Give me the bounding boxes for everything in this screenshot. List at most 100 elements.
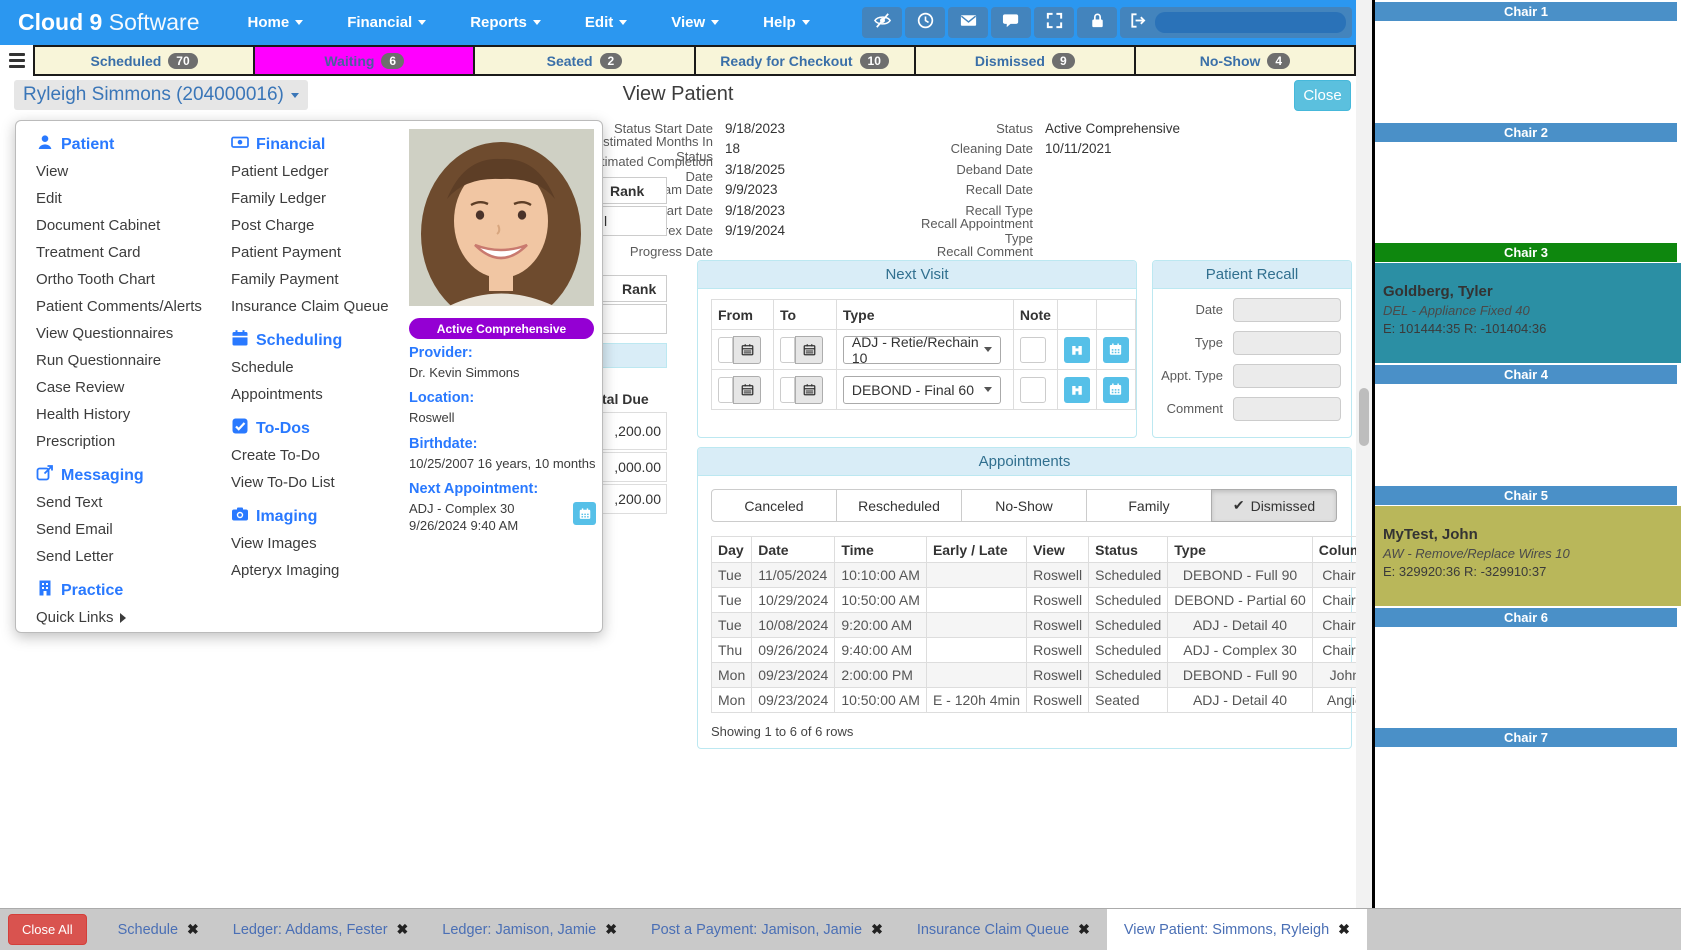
menu-section-patient[interactable]: Patient — [36, 131, 202, 158]
calendar-icon[interactable] — [733, 336, 761, 364]
menu-item-family-ledger[interactable]: Family Ledger — [231, 185, 389, 212]
tab-no-show[interactable]: No-Show4 — [1136, 47, 1354, 74]
menu-home[interactable]: Home — [248, 14, 304, 31]
window-tab-post-payment[interactable]: Post a Payment: Jamison, Jamie✖ — [634, 909, 900, 950]
hamburger-menu-icon[interactable] — [0, 45, 33, 76]
menu-item-health-history[interactable]: Health History — [36, 401, 202, 428]
menu-item-schedule[interactable]: Schedule — [231, 354, 389, 381]
menu-item-apteryx-imaging[interactable]: Apteryx Imaging — [231, 557, 389, 584]
menu-item-prescription[interactable]: Prescription — [36, 428, 202, 455]
window-tab-ledger-jamison[interactable]: Ledger: Jamison, Jamie✖ — [425, 909, 634, 950]
next-appointment-calendar-button[interactable] — [573, 502, 596, 525]
appointment-row[interactable]: Thu09/26/20249:40:00 AMRoswellScheduledA… — [712, 638, 1378, 663]
tab-scheduled[interactable]: Scheduled70 — [35, 47, 255, 74]
window-tab-ledger-addams[interactable]: Ledger: Addams, Fester✖ — [216, 909, 425, 950]
recall-type-input[interactable] — [1233, 331, 1341, 355]
appointment-row[interactable]: Tue10/29/202410:50:00 AMRoswellScheduled… — [712, 588, 1378, 613]
schedule-calendar-button[interactable] — [1103, 337, 1129, 363]
search-binoculars-button[interactable] — [1064, 337, 1090, 363]
menu-section-practice[interactable]: Practice — [36, 577, 202, 604]
menu-item-edit[interactable]: Edit — [36, 185, 202, 212]
menu-item-insurance-claim-queue[interactable]: Insurance Claim Queue — [231, 293, 389, 320]
menu-item-ortho-tooth-chart[interactable]: Ortho Tooth Chart — [36, 266, 202, 293]
chat-button[interactable] — [991, 7, 1031, 38]
schedule-calendar-button[interactable] — [1103, 377, 1129, 403]
hide-schedule-button[interactable] — [862, 7, 902, 38]
tab-waiting[interactable]: Waiting6 — [255, 47, 475, 74]
close-tab-icon[interactable]: ✖ — [397, 921, 409, 938]
calendar-icon[interactable] — [733, 376, 761, 404]
menu-section-scheduling[interactable]: Scheduling — [231, 327, 389, 354]
menu-item-patient-payment[interactable]: Patient Payment — [231, 239, 389, 266]
lock-button[interactable] — [1077, 7, 1117, 38]
menu-item-quick-links[interactable]: Quick Links — [36, 604, 202, 631]
sign-out-button[interactable] — [1120, 7, 1352, 38]
menu-item-view-questionnaires[interactable]: View Questionnaires — [36, 320, 202, 347]
calendar-icon[interactable] — [795, 376, 823, 404]
menu-item-appointments[interactable]: Appointments — [231, 381, 389, 408]
to-date-input[interactable] — [780, 337, 795, 363]
chair-3-patient-card[interactable]: Goldberg, Tyler DEL - Appliance Fixed 40… — [1375, 263, 1681, 363]
menu-item-send-text[interactable]: Send Text — [36, 489, 202, 516]
window-tab-insurance-claim-queue[interactable]: Insurance Claim Queue✖ — [900, 909, 1107, 950]
recall-comment-input[interactable] — [1233, 397, 1341, 421]
menu-view[interactable]: View — [671, 14, 719, 31]
menu-section-todos[interactable]: To-Dos — [231, 415, 389, 442]
scrollbar-thumb[interactable] — [1359, 388, 1369, 446]
menu-item-view-images[interactable]: View Images — [231, 530, 389, 557]
visit-type-select[interactable]: ADJ - Retie/Rechain 10 — [843, 336, 1001, 364]
menu-item-post-charge[interactable]: Post Charge — [231, 212, 389, 239]
appointment-row[interactable]: Tue11/05/202410:10:00 AMRoswellScheduled… — [712, 563, 1378, 588]
menu-item-run-questionnaire[interactable]: Run Questionnaire — [36, 347, 202, 374]
tab-ready-for-checkout[interactable]: Ready for Checkout10 — [696, 47, 916, 74]
menu-item-send-letter[interactable]: Send Letter — [36, 543, 202, 570]
time-clock-button[interactable] — [905, 7, 945, 38]
close-all-button[interactable]: Close All — [8, 914, 87, 945]
menu-item-create-to-do[interactable]: Create To-Do — [231, 442, 389, 469]
tab-dismissed[interactable]: Dismissed9 — [916, 47, 1136, 74]
window-tab-view-patient[interactable]: View Patient: Simmons, Ryleigh✖ — [1107, 909, 1367, 950]
recall-date-input[interactable] — [1233, 298, 1341, 322]
menu-item-patient-comments-alerts[interactable]: Patient Comments/Alerts — [36, 293, 202, 320]
menu-item-view-to-do-list[interactable]: View To-Do List — [231, 469, 389, 496]
menu-item-send-email[interactable]: Send Email — [36, 516, 202, 543]
window-tab-schedule[interactable]: Schedule✖ — [101, 909, 216, 950]
filter-canceled[interactable]: Canceled — [711, 489, 837, 522]
menu-section-imaging[interactable]: Imaging — [231, 503, 389, 530]
recall-appt-type-input[interactable] — [1233, 364, 1341, 388]
filter-family[interactable]: Family — [1086, 489, 1212, 522]
calendar-icon[interactable] — [795, 336, 823, 364]
from-date-input[interactable] — [718, 337, 733, 363]
menu-edit[interactable]: Edit — [585, 14, 627, 31]
menu-item-patient-ledger[interactable]: Patient Ledger — [231, 158, 389, 185]
menu-section-messaging[interactable]: Messaging — [36, 462, 202, 489]
close-tab-icon[interactable]: ✖ — [605, 921, 617, 938]
menu-item-view[interactable]: View — [36, 158, 202, 185]
filter-no-show[interactable]: No-Show — [961, 489, 1087, 522]
menu-item-treatment-card[interactable]: Treatment Card — [36, 239, 202, 266]
menu-item-family-payment[interactable]: Family Payment — [231, 266, 389, 293]
note-input[interactable] — [1020, 377, 1046, 403]
appointment-row[interactable]: Mon09/23/20242:00:00 PMRoswellScheduledD… — [712, 663, 1378, 688]
tab-seated[interactable]: Seated2 — [475, 47, 695, 74]
fullscreen-button[interactable] — [1034, 7, 1074, 38]
close-tab-icon[interactable]: ✖ — [1078, 921, 1090, 938]
note-input[interactable] — [1020, 337, 1046, 363]
menu-help[interactable]: Help — [763, 14, 810, 31]
filter-rescheduled[interactable]: Rescheduled — [836, 489, 962, 522]
menu-reports[interactable]: Reports — [470, 14, 541, 31]
menu-financial[interactable]: Financial — [347, 14, 426, 31]
email-button[interactable] — [948, 7, 988, 38]
menu-item-case-review[interactable]: Case Review — [36, 374, 202, 401]
close-tab-icon[interactable]: ✖ — [187, 921, 199, 938]
to-date-input[interactable] — [780, 377, 795, 403]
filter-dismissed[interactable]: ✔Dismissed — [1211, 489, 1337, 522]
close-button[interactable]: Close — [1294, 80, 1351, 111]
appointment-row[interactable]: Mon09/23/202410:50:00 AME - 120h 4minRos… — [712, 688, 1378, 713]
menu-section-financial[interactable]: Financial — [231, 131, 389, 158]
visit-type-select[interactable]: DEBOND - Final 60 — [843, 376, 1001, 404]
appointment-row[interactable]: Tue10/08/20249:20:00 AMRoswellScheduledA… — [712, 613, 1378, 638]
close-tab-icon[interactable]: ✖ — [1338, 921, 1350, 938]
from-date-input[interactable] — [718, 377, 733, 403]
chair-5-patient-card[interactable]: MyTest, John AW - Remove/Replace Wires 1… — [1375, 506, 1681, 606]
